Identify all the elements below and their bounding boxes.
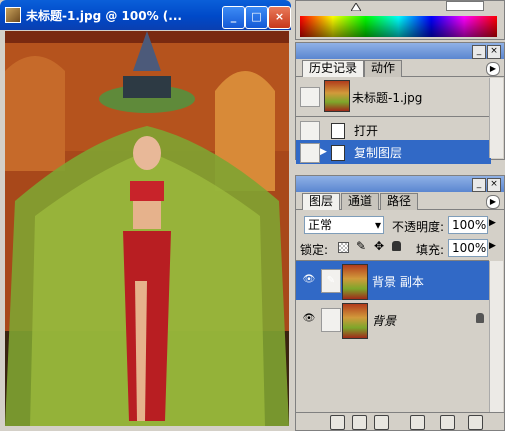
layers-panel: _ × 图层 通道 路径 ▶ 正常 ▾ 不透明度: 100% ▶ 锁定: ✎ ✥… xyxy=(295,175,505,431)
history-source-box[interactable] xyxy=(300,143,320,163)
eye-icon[interactable]: 👁 xyxy=(300,269,318,291)
fill-input[interactable]: 100% xyxy=(448,239,488,257)
opacity-input[interactable]: 100% xyxy=(448,216,488,234)
lock-pixels-icon[interactable]: ✎ xyxy=(356,239,366,253)
photo-image xyxy=(5,31,289,426)
lock-all-icon[interactable] xyxy=(392,241,401,251)
state-pointer-icon: ▶ xyxy=(320,147,327,157)
tab-paths[interactable]: 路径 xyxy=(380,193,419,210)
history-state[interactable]: 打开 xyxy=(296,118,491,142)
layer-name[interactable]: 背景 xyxy=(372,312,396,329)
folder-icon[interactable] xyxy=(374,415,389,430)
maximize-button[interactable]: □ xyxy=(245,6,268,29)
slider-handle-icon[interactable] xyxy=(350,1,362,12)
layer-row[interactable]: 👁 背景 xyxy=(296,300,491,339)
new-layer-icon[interactable] xyxy=(440,415,455,430)
opacity-arrow-icon[interactable]: ▶ xyxy=(489,218,496,228)
panel-minimize-icon[interactable]: _ xyxy=(472,45,486,59)
document-icon xyxy=(5,7,21,23)
color-panel xyxy=(295,0,505,40)
fill-arrow-icon[interactable]: ▶ xyxy=(489,241,496,251)
mask-icon[interactable] xyxy=(352,415,367,430)
history-state-label: 复制图层 xyxy=(354,146,403,160)
trash-icon[interactable] xyxy=(468,415,483,430)
layer-row-selected[interactable]: 👁 ✎ 背景 副本 xyxy=(296,261,491,300)
panel-close-icon[interactable]: × xyxy=(487,178,501,192)
snapshot-label: 未标题-1.jpg xyxy=(352,91,423,105)
adjustment-icon[interactable] xyxy=(410,415,425,430)
layer-name[interactable]: 背景 副本 xyxy=(372,273,424,290)
color-value-field[interactable] xyxy=(446,1,484,11)
lock-icon xyxy=(476,313,484,323)
opacity-label: 不透明度: xyxy=(392,220,445,234)
minimize-button[interactable]: _ xyxy=(222,6,245,29)
lock-position-icon[interactable]: ✥ xyxy=(374,239,384,253)
layers-panel-titlebar[interactable]: _ × xyxy=(296,176,504,192)
tab-history[interactable]: 历史记录 xyxy=(302,60,365,77)
document-state-icon xyxy=(331,123,345,139)
menu-arrow-icon[interactable]: ▶ xyxy=(486,195,500,209)
layer-thumbnail xyxy=(342,264,368,300)
history-scrollbar[interactable] xyxy=(489,78,503,158)
blend-mode-value: 正常 xyxy=(308,218,333,232)
tab-channels[interactable]: 通道 xyxy=(341,193,380,210)
lock-transparency-icon[interactable] xyxy=(338,242,349,253)
close-button[interactable]: × xyxy=(268,6,291,29)
fx-icon[interactable] xyxy=(330,415,345,430)
color-spectrum-shade xyxy=(300,16,497,37)
blend-mode-select[interactable]: 正常 ▾ xyxy=(304,216,384,234)
brush-icon[interactable]: ✎ xyxy=(321,269,341,293)
tab-actions[interactable]: 动作 xyxy=(364,60,403,77)
document-title: 未标题-1.jpg @ 100% (... xyxy=(26,9,182,23)
tab-layers[interactable]: 图层 xyxy=(302,193,341,210)
panel-close-icon[interactable]: × xyxy=(487,45,501,59)
link-box[interactable] xyxy=(321,308,341,332)
history-brush-icon[interactable] xyxy=(300,87,320,107)
chevron-down-icon: ▾ xyxy=(374,218,381,232)
panel-minimize-icon[interactable]: _ xyxy=(472,178,486,192)
history-panel-titlebar[interactable]: _ × xyxy=(296,43,504,59)
history-panel: _ × 历史记录 动作 ▶ 未标题-1.jpg 打开 ▶ 复制图层 xyxy=(295,42,505,164)
menu-arrow-icon[interactable]: ▶ xyxy=(486,62,500,76)
layers-bottom-bar xyxy=(296,412,504,430)
history-tabs: 历史记录 动作 ▶ xyxy=(296,59,504,77)
layer-thumbnail xyxy=(342,303,368,339)
layers-tabs: 图层 通道 路径 ▶ xyxy=(296,192,504,210)
fill-label: 填充: xyxy=(416,243,445,257)
image-canvas[interactable] xyxy=(5,31,289,426)
history-source-box[interactable] xyxy=(300,121,320,141)
document-state-icon xyxy=(331,145,345,161)
document-title-bar[interactable]: 未标题-1.jpg @ 100% (... _ □ × xyxy=(0,0,291,30)
snapshot-thumbnail xyxy=(324,80,350,112)
document-window: 未标题-1.jpg @ 100% (... _ □ × xyxy=(0,0,291,431)
history-state-label: 打开 xyxy=(354,124,379,138)
eye-icon[interactable]: 👁 xyxy=(300,308,318,330)
history-state-selected[interactable]: ▶ 复制图层 xyxy=(296,140,491,164)
history-snapshot[interactable]: 未标题-1.jpg xyxy=(296,79,491,115)
lock-label: 锁定: xyxy=(300,243,329,257)
layers-scrollbar[interactable] xyxy=(489,261,503,412)
